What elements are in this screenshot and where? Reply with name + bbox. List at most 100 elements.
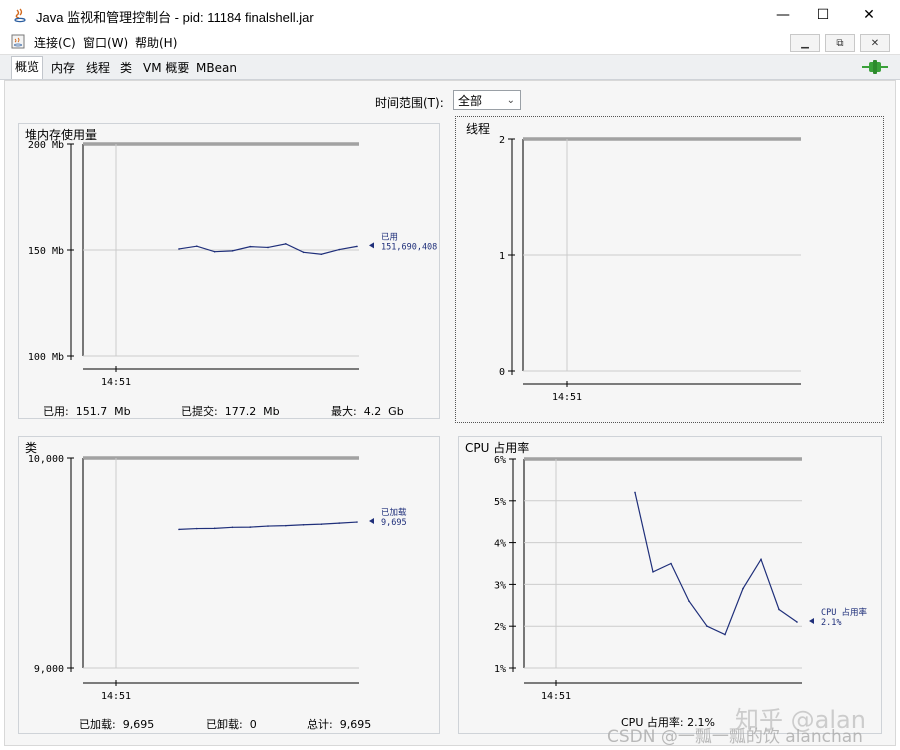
data-point bbox=[302, 251, 305, 254]
data-point bbox=[356, 521, 358, 523]
classes-chart: 10,000 9,000 14:51 已加载9,695 bbox=[28, 454, 407, 702]
current-value-name: 已用 bbox=[381, 232, 398, 242]
heap-committed-stat: 已提交: 177.2 Mb bbox=[181, 405, 280, 418]
y-tick-label: 150 Mb bbox=[28, 246, 64, 257]
heap-used-stat: 已用: 151.7 Mb bbox=[43, 405, 131, 418]
y-tick-label: 2 bbox=[499, 135, 505, 146]
classes-unloaded-stat: 已卸载: 0 bbox=[206, 718, 257, 731]
series-line bbox=[634, 492, 798, 636]
menu-help[interactable]: 帮助(H) bbox=[135, 34, 177, 51]
data-point bbox=[196, 527, 198, 530]
current-value: 151,690,408 bbox=[381, 242, 437, 252]
y-tick-label: 4% bbox=[494, 539, 506, 550]
time-range-value: 全部 bbox=[458, 94, 483, 108]
tab-classes[interactable]: 类 bbox=[117, 58, 135, 78]
data-point bbox=[267, 525, 269, 527]
java-app-icon bbox=[14, 8, 26, 23]
current-value-marker bbox=[369, 242, 374, 249]
menu-window[interactable]: 窗口(W) bbox=[83, 34, 128, 51]
data-point bbox=[320, 253, 323, 256]
y-tick-label: 6% bbox=[494, 455, 506, 466]
chevron-down-icon: ⌄ bbox=[506, 95, 515, 106]
title-bar: Java 监视和管理控制台 - pid: 11184 finalshell.ja… bbox=[0, 0, 900, 30]
tab-threads[interactable]: 线程 bbox=[83, 58, 113, 78]
tab-memory[interactable]: 内存 bbox=[48, 58, 78, 78]
data-point bbox=[338, 522, 341, 524]
y-tick-label: 200 Mb bbox=[28, 140, 64, 151]
data-point bbox=[213, 250, 216, 253]
mdi-minimize-button[interactable]: ▁ bbox=[790, 34, 820, 52]
y-tick-label: 0 bbox=[499, 367, 505, 378]
data-point bbox=[320, 523, 323, 525]
y-tick-label: 10,000 bbox=[28, 454, 64, 465]
threads-chart: 2 1 0 14:51 bbox=[499, 135, 801, 403]
mdi-close-button[interactable]: ✕ bbox=[860, 34, 890, 52]
current-value-marker bbox=[369, 518, 374, 525]
data-point bbox=[706, 625, 708, 627]
tab-bar: 概览 内存 线程 类 VM 概要 MBean bbox=[0, 55, 900, 80]
connected-plug-icon bbox=[862, 60, 888, 74]
tab-mbean[interactable]: MBean bbox=[193, 58, 240, 78]
x-tick-label: 14:51 bbox=[541, 691, 571, 702]
data-point bbox=[652, 571, 654, 573]
close-button[interactable]: ✕ bbox=[846, 0, 892, 30]
classes-panel: 类 10,000 9,000 14:51 已加载 9,695 已加载: 9,695 已卸… bbox=[18, 436, 440, 734]
time-range-label: 时间范围(T): bbox=[375, 96, 444, 110]
x-tick-label: 14:51 bbox=[101, 691, 131, 702]
data-point bbox=[634, 491, 636, 494]
data-point bbox=[285, 524, 287, 527]
y-tick-label: 9,000 bbox=[34, 664, 64, 675]
x-tick-label: 14:51 bbox=[552, 392, 582, 403]
data-point bbox=[742, 587, 744, 590]
classes-total-stat: 总计: 9,695 bbox=[307, 718, 372, 731]
heap-memory-panel: 堆内存使用量 200 Mb 150 Mb 100 Mb 14:51 已用 151,690,… bbox=[18, 123, 440, 419]
mdi-restore-button[interactable]: ⧉ bbox=[825, 34, 855, 52]
cpu-chart: 6% 5% 4% 3% 2% 1% 14:51 CPU 占用率2.1% bbox=[494, 455, 868, 702]
data-point bbox=[231, 526, 234, 529]
menu-connect[interactable]: 连接(C) bbox=[34, 34, 76, 51]
maximize-button[interactable]: ☐ bbox=[800, 0, 846, 30]
data-point bbox=[338, 248, 341, 251]
series-line bbox=[178, 243, 358, 255]
data-point bbox=[231, 250, 234, 252]
data-point bbox=[178, 248, 180, 250]
data-point bbox=[688, 600, 690, 602]
data-point bbox=[302, 523, 305, 526]
heap-max-stat: 最大: 4.2 Gb bbox=[331, 405, 404, 418]
data-point bbox=[724, 633, 726, 636]
data-point bbox=[796, 621, 798, 623]
data-point bbox=[760, 558, 762, 561]
window-title: Java 监视和管理控制台 - pid: 11184 finalshell.ja… bbox=[36, 10, 314, 25]
y-tick-label: 5% bbox=[494, 497, 506, 508]
y-tick-label: 1% bbox=[494, 664, 506, 675]
data-point bbox=[267, 246, 269, 249]
csdn-watermark: CSDN @一瓢一瓢的饮 alanchan bbox=[607, 727, 863, 747]
tab-vm-summary[interactable]: VM 概要 bbox=[140, 58, 192, 78]
data-point bbox=[670, 562, 672, 565]
time-range-select[interactable]: 全部 ⌄ bbox=[453, 90, 521, 110]
menu-bar: 连接(C) 窗口(W) 帮助(H) ▁ ⧉ ✕ bbox=[0, 30, 900, 55]
data-point bbox=[213, 527, 216, 530]
current-value: 9,695 bbox=[381, 518, 407, 528]
current-value-name: CPU 占用率 bbox=[821, 607, 867, 618]
current-value-marker bbox=[809, 618, 814, 625]
data-point bbox=[356, 245, 358, 248]
threads-panel: 线程 2 1 0 14:51 bbox=[455, 116, 884, 423]
data-point bbox=[249, 245, 251, 248]
y-tick-label: 2% bbox=[494, 622, 506, 633]
cpu-usage-panel: CPU 占用率 6% 5% 4% 3% 2% 1% 14:51 CPU 占用率 2.1% CPU… bbox=[458, 436, 882, 734]
y-tick-label: 100 Mb bbox=[28, 352, 64, 363]
data-point bbox=[178, 528, 180, 531]
heap-chart: 200 Mb 150 Mb 100 Mb 14:51 已用151,690,408 bbox=[28, 140, 437, 388]
data-point bbox=[285, 243, 287, 245]
y-tick-label: 3% bbox=[494, 580, 506, 591]
current-value-name: 已加载 bbox=[381, 507, 407, 518]
document-icon bbox=[11, 34, 25, 49]
classes-loaded-stat: 已加载: 9,695 bbox=[79, 718, 155, 731]
x-tick-label: 14:51 bbox=[101, 377, 131, 388]
current-value: 2.1% bbox=[821, 618, 841, 628]
tab-overview[interactable]: 概览 bbox=[11, 56, 44, 79]
y-tick-label: 1 bbox=[499, 251, 505, 262]
data-point bbox=[249, 526, 251, 528]
data-point bbox=[196, 245, 198, 247]
